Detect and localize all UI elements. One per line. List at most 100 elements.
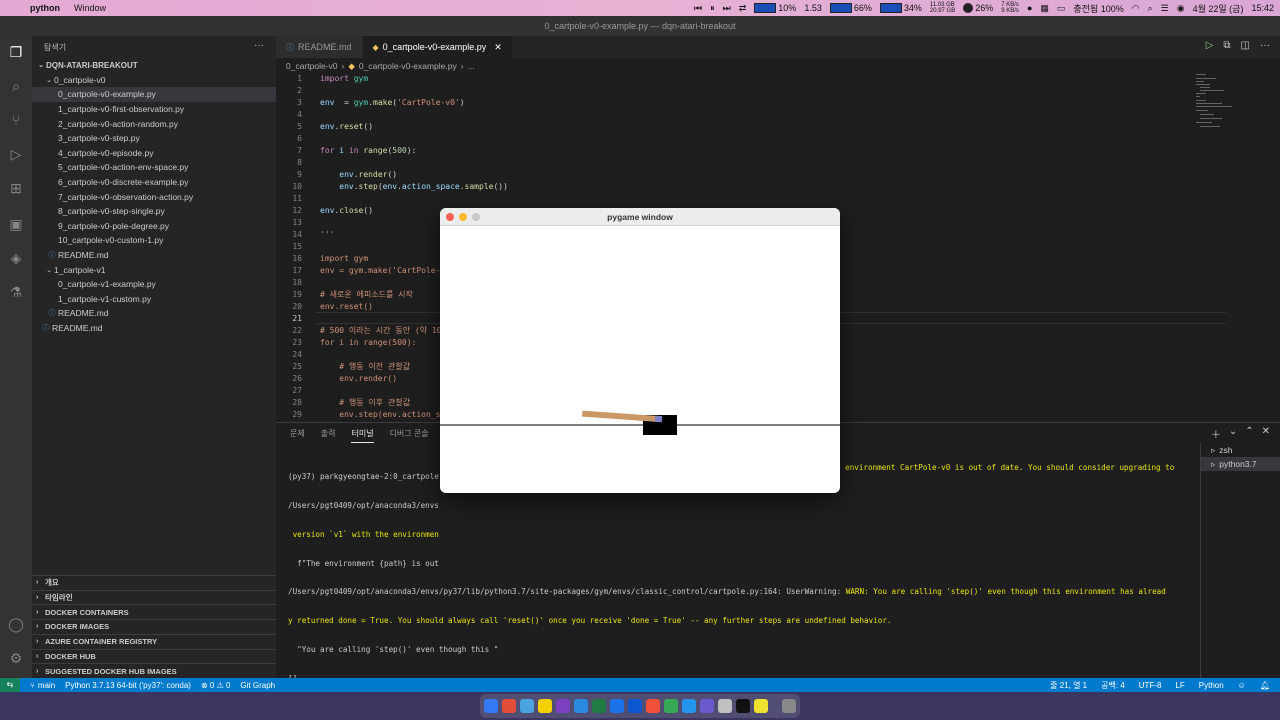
testing-icon[interactable]: ⚗ bbox=[6, 282, 26, 302]
memory-value[interactable]: 66% bbox=[854, 3, 872, 13]
app-name[interactable]: python bbox=[30, 3, 60, 13]
pygame-window[interactable]: pygame window bbox=[440, 208, 840, 493]
problems-count[interactable]: ⊗ 0 ⚠ 0 bbox=[201, 681, 230, 690]
file-item[interactable]: 0_cartpole-v1-example.py bbox=[32, 277, 276, 292]
sidebar-section[interactable]: › DOCKER IMAGES bbox=[32, 619, 276, 634]
maximize-panel-icon[interactable]: ⌃ bbox=[1245, 426, 1253, 441]
pygame-titlebar[interactable]: pygame window bbox=[440, 208, 840, 226]
run-debug-icon[interactable]: ▷ bbox=[6, 144, 26, 164]
close-icon[interactable]: ✕ bbox=[494, 42, 502, 53]
xcode-icon[interactable] bbox=[700, 699, 714, 713]
visual-studio-icon[interactable] bbox=[556, 699, 570, 713]
virtualbox-icon[interactable] bbox=[718, 699, 732, 713]
sheets-icon[interactable] bbox=[610, 699, 624, 713]
chat-icon[interactable] bbox=[664, 699, 678, 713]
menu-window[interactable]: Window bbox=[74, 3, 106, 13]
split-editor-icon[interactable]: ◫ bbox=[1241, 40, 1250, 51]
feedback-icon[interactable]: ☺ bbox=[1238, 681, 1246, 690]
run-icon[interactable]: ▷ bbox=[1206, 40, 1214, 51]
maps-icon[interactable] bbox=[628, 699, 642, 713]
breadcrumb-symbol[interactable]: ... bbox=[468, 61, 475, 71]
file-item[interactable]: 10_cartpole-v0-custom-1.py bbox=[32, 233, 276, 248]
load-value[interactable]: 1.53 bbox=[804, 3, 822, 13]
finder-icon[interactable] bbox=[484, 699, 498, 713]
disk-value[interactable]: 34% bbox=[904, 3, 922, 13]
file-item[interactable]: 5_cartpole-v0-action-env-space.py bbox=[32, 160, 276, 175]
encoding[interactable]: UTF-8 bbox=[1139, 681, 1162, 690]
python-interpreter[interactable]: Python 3.7.13 64-bit ('py37': conda) bbox=[65, 681, 191, 690]
media-prev-icon[interactable]: ⏮ bbox=[694, 3, 702, 14]
terminal-python[interactable]: ▹ python3.7 bbox=[1201, 457, 1280, 471]
file-item[interactable]: 1_cartpole-v1-custom.py bbox=[32, 292, 276, 307]
file-item[interactable]: 3_cartpole-v0-step.py bbox=[32, 131, 276, 146]
file-item[interactable]: 0_cartpole-v0-example.py bbox=[32, 87, 276, 102]
battery-icon[interactable]: ▭ bbox=[1057, 3, 1066, 14]
grid-icon[interactable]: ▦ bbox=[1040, 3, 1049, 14]
tab-readme[interactable]: ⓘ README.md bbox=[276, 36, 363, 58]
tab-debug-console[interactable]: 디버그 콘솔 bbox=[390, 428, 429, 443]
file-item[interactable]: 8_cartpole-v0-step-single.py bbox=[32, 204, 276, 219]
cursor-position[interactable]: 줄 21, 열 1 bbox=[1050, 680, 1087, 691]
media-next-icon[interactable]: ⏭ bbox=[723, 3, 731, 14]
explorer-icon[interactable]: ❐ bbox=[6, 42, 26, 62]
safari-icon[interactable] bbox=[520, 699, 534, 713]
tab-output[interactable]: 출력 bbox=[321, 428, 336, 443]
search-icon[interactable]: ⌕ bbox=[1148, 3, 1153, 14]
close-panel-icon[interactable]: ✕ bbox=[1262, 426, 1270, 441]
shuffle-icon[interactable]: ⇄ bbox=[739, 3, 747, 14]
file-item[interactable]: ⓘ README.md bbox=[32, 306, 276, 321]
end-of-line[interactable]: LF bbox=[1175, 681, 1184, 690]
excel-icon[interactable] bbox=[592, 699, 606, 713]
network-speed[interactable]: 7 KB/s 9 KB/s bbox=[1001, 2, 1019, 14]
settings-gear-icon[interactable]: ⚙ bbox=[6, 648, 26, 668]
remote-icon[interactable]: ⇆ bbox=[0, 678, 20, 692]
extensions-icon[interactable]: ⊞ bbox=[6, 178, 26, 198]
notifications-icon[interactable]: 🔔︎ bbox=[1260, 681, 1270, 690]
zoom-window-icon[interactable] bbox=[472, 213, 480, 221]
terminal-app-icon[interactable] bbox=[736, 699, 750, 713]
search-icon[interactable]: ⌕ bbox=[6, 76, 26, 96]
language-mode[interactable]: Python bbox=[1199, 681, 1224, 690]
wifi-icon[interactable]: ◠ bbox=[1132, 3, 1140, 14]
vscode-icon[interactable] bbox=[574, 699, 588, 713]
folder-cartpole-v1[interactable]: ⌄ 1_cartpole-v1 bbox=[32, 262, 276, 277]
date-value[interactable]: 4월 22일 (금) bbox=[1193, 2, 1244, 15]
new-terminal-icon[interactable]: ＋ bbox=[1211, 426, 1221, 441]
tab-terminal[interactable]: 터미널 bbox=[351, 428, 374, 443]
breadcrumb-folder[interactable]: 0_cartpole-v0 bbox=[286, 61, 338, 71]
chevron-down-icon[interactable]: ⌄ bbox=[1229, 426, 1237, 441]
file-item[interactable]: 7_cartpole-v0-observation-action.py bbox=[32, 189, 276, 204]
chrome-icon[interactable] bbox=[502, 699, 516, 713]
swift-icon[interactable] bbox=[646, 699, 660, 713]
git-graph-button[interactable]: Git Graph bbox=[240, 681, 275, 690]
minimize-window-icon[interactable] bbox=[459, 213, 467, 221]
time-value[interactable]: 15:42 bbox=[1251, 3, 1274, 13]
tab-cartpole-example[interactable]: ◆ 0_cartpole-v0-example.py ✕ bbox=[362, 36, 513, 58]
tree-root[interactable]: ⌄ DQN-ATARI-BREAKOUT bbox=[32, 58, 276, 73]
sidebar-section[interactable]: › AZURE CONTAINER REGISTRY bbox=[32, 633, 276, 649]
docker-app-icon[interactable] bbox=[682, 699, 696, 713]
file-item[interactable]: 9_cartpole-v0-pole-degree.py bbox=[32, 219, 276, 234]
sidebar-section[interactable]: › 개요 bbox=[32, 575, 276, 590]
sidebar-section[interactable]: › DOCKER HUB bbox=[32, 648, 276, 664]
sidebar-section[interactable]: › SUGGESTED DOCKER HUB IMAGES bbox=[32, 663, 276, 678]
more-actions-icon[interactable]: ··· bbox=[254, 40, 264, 51]
kakaotalk-icon[interactable] bbox=[538, 699, 552, 713]
breadcrumb-file[interactable]: 0_cartpole-v0-example.py bbox=[359, 61, 457, 71]
disk-detail[interactable]: 11.03 GB 20.97 GB bbox=[930, 2, 955, 14]
flag-icon[interactable]: ● bbox=[1027, 3, 1032, 13]
git-branch[interactable]: main bbox=[38, 681, 55, 690]
file-item[interactable]: 6_cartpole-v0-discrete-example.py bbox=[32, 175, 276, 190]
control-center-icon[interactable]: ☰ bbox=[1161, 3, 1169, 14]
file-item[interactable]: 1_cartpole-v0-first-observation.py bbox=[32, 102, 276, 117]
folder-cartpole-v0[interactable]: ⌄ 0_cartpole-v0 bbox=[32, 73, 276, 88]
file-item[interactable]: ⓘ README.md bbox=[32, 321, 276, 336]
file-item[interactable]: 2_cartpole-v0-action-random.py bbox=[32, 116, 276, 131]
weather-value[interactable]: 26% bbox=[975, 3, 993, 13]
docker-icon[interactable]: ◈ bbox=[6, 248, 26, 268]
battery-value[interactable]: 충전됨 100% bbox=[1073, 2, 1123, 15]
trash-icon[interactable] bbox=[782, 699, 796, 713]
source-control-icon[interactable]: ⑂ bbox=[6, 110, 26, 130]
terminal-zsh[interactable]: ▹ zsh bbox=[1201, 443, 1280, 457]
file-item[interactable]: ⓘ README.md bbox=[32, 248, 276, 263]
